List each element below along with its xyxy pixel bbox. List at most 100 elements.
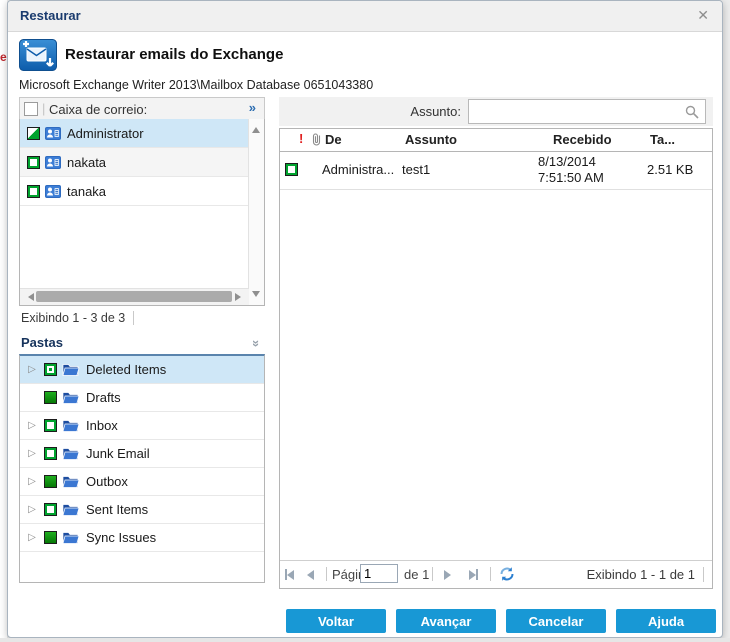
- folder-check-icon[interactable]: [44, 391, 57, 404]
- folder-row[interactable]: ▷ Deleted Items: [20, 356, 264, 384]
- column-size[interactable]: Ta...: [650, 132, 675, 147]
- folder-row[interactable]: ▷ Inbox: [20, 412, 264, 440]
- mailbox-icon: [45, 185, 61, 198]
- folder-check-icon[interactable]: [44, 447, 57, 460]
- folder-name: Inbox: [86, 418, 118, 433]
- background-page-strip: e: [0, 0, 7, 642]
- scroll-left-icon[interactable]: [24, 293, 34, 301]
- folder-icon: [62, 419, 80, 432]
- page-below-strip: [0, 638, 730, 642]
- mailbox-row[interactable]: tanaka: [20, 177, 249, 206]
- folder-check-icon[interactable]: [44, 531, 57, 544]
- mailbox-panel-header: | Caixa de correio: »: [19, 97, 265, 120]
- divider: [432, 567, 433, 581]
- cancel-button[interactable]: Cancelar: [506, 609, 606, 633]
- mailbox-check-icon[interactable]: [27, 185, 40, 198]
- restore-dialog: Restaurar ✕ Restaurar emails do Exchange…: [7, 0, 723, 638]
- folder-row[interactable]: ▷ Junk Email: [20, 440, 264, 468]
- email-table: ! De Assunto Recebido Ta... Administra..…: [279, 128, 713, 589]
- folder-name: Drafts: [86, 390, 121, 405]
- folder-icon: [62, 447, 80, 460]
- footer-buttons: Voltar Avançar Cancelar Ajuda: [8, 609, 724, 633]
- next-page-button[interactable]: [444, 561, 451, 588]
- horizontal-scrollbar[interactable]: [20, 288, 249, 305]
- folder-check-icon[interactable]: [44, 363, 57, 376]
- page-input[interactable]: [360, 564, 398, 583]
- folders-panel-label: Pastas: [21, 335, 63, 350]
- mailbox-check-icon[interactable]: [27, 156, 40, 169]
- back-button[interactable]: Voltar: [286, 609, 386, 633]
- scroll-right-icon[interactable]: [235, 293, 245, 301]
- attachment-column-icon[interactable]: [311, 132, 322, 150]
- mailbox-check-icon[interactable]: [27, 127, 40, 140]
- folder-icon: [62, 363, 80, 376]
- mailbox-row[interactable]: Administrator: [20, 119, 249, 148]
- page-count: de 1: [404, 567, 429, 582]
- mailbox-icon: [45, 127, 61, 140]
- folder-name: Sent Items: [86, 502, 148, 517]
- help-button[interactable]: Ajuda: [616, 609, 716, 633]
- divider: [490, 567, 491, 581]
- email-check-icon[interactable]: [285, 163, 298, 176]
- next-button[interactable]: Avançar: [396, 609, 496, 633]
- mailbox-name: tanaka: [67, 184, 106, 199]
- importance-column-icon[interactable]: !: [299, 131, 303, 146]
- mailbox-panel-label: Caixa de correio:: [49, 102, 147, 117]
- pagination-bar: Página de 1 Exibindo 1 - 1 de 1: [280, 560, 712, 588]
- first-page-button[interactable]: [285, 561, 294, 588]
- collapse-panel-icon[interactable]: »: [249, 340, 264, 345]
- folder-check-icon[interactable]: [44, 475, 57, 488]
- expand-arrow-icon[interactable]: ▷: [26, 420, 38, 431]
- folder-list: ▷Deleted Items▷Drafts▷Inbox▷Junk Email▷O…: [19, 354, 265, 583]
- refresh-icon[interactable]: [499, 566, 515, 585]
- folder-row[interactable]: ▷ Sent Items: [20, 496, 264, 524]
- scroll-up-icon[interactable]: [252, 123, 260, 133]
- table-status: Exibindo 1 - 1 de 1: [587, 567, 704, 582]
- prev-page-button[interactable]: [307, 561, 314, 588]
- expand-arrow-icon[interactable]: ▷: [26, 476, 38, 487]
- expand-arrow-icon[interactable]: ▷: [26, 448, 38, 459]
- folder-name: Sync Issues: [86, 530, 156, 545]
- vertical-scrollbar[interactable]: [248, 119, 264, 305]
- folder-check-icon[interactable]: [44, 419, 57, 432]
- column-subject[interactable]: Assunto: [405, 132, 457, 147]
- folder-icon: [62, 503, 80, 516]
- close-icon[interactable]: ✕: [697, 7, 709, 24]
- mailbox-row[interactable]: nakata: [20, 148, 249, 177]
- email-received: 8/13/20147:51:50 AM: [538, 154, 604, 186]
- folder-name: Junk Email: [86, 446, 150, 461]
- folder-row[interactable]: ▷Outbox: [20, 468, 264, 496]
- mailbox-status: Exibindo 1 - 3 de 3: [21, 311, 134, 325]
- folder-row[interactable]: ▷Drafts: [20, 384, 264, 412]
- background-text-fragment: e: [0, 50, 7, 64]
- column-from[interactable]: De: [325, 132, 342, 147]
- email-table-header: ! De Assunto Recebido Ta...: [280, 129, 712, 152]
- folder-name: Deleted Items: [86, 362, 166, 377]
- mailbox-name: Administrator: [67, 126, 144, 141]
- search-icon[interactable]: [685, 105, 699, 124]
- email-from: Administra...: [322, 162, 394, 177]
- divider: [326, 567, 327, 581]
- expand-arrow-icon[interactable]: ▷: [26, 364, 38, 375]
- expand-arrow-icon[interactable]: ▷: [26, 532, 38, 543]
- expand-arrow-icon[interactable]: ▷: [26, 504, 38, 515]
- last-page-button[interactable]: [469, 561, 478, 588]
- exchange-restore-icon: [19, 39, 57, 76]
- column-received[interactable]: Recebido: [553, 132, 612, 147]
- folder-check-icon[interactable]: [44, 503, 57, 516]
- scrollbar-thumb[interactable]: [36, 291, 232, 302]
- folder-icon: [62, 475, 80, 488]
- subject-search-input[interactable]: [468, 99, 706, 124]
- folders-panel-header: Pastas »: [19, 332, 265, 354]
- folder-row[interactable]: ▷ Sync Issues: [20, 524, 264, 552]
- email-row[interactable]: Administra...test18/13/20147:51:50 AM2.5…: [280, 151, 712, 190]
- expand-panel-icon[interactable]: »: [249, 100, 256, 115]
- dialog-title: Restaurar: [20, 8, 81, 23]
- select-all-mailboxes-checkbox[interactable]: [24, 102, 38, 116]
- email-subject: test1: [402, 162, 430, 177]
- scroll-down-icon[interactable]: [252, 291, 260, 301]
- subject-search-bar: Assunto:: [279, 97, 713, 126]
- page-title: Restaurar emails do Exchange: [65, 46, 283, 63]
- mailbox-name: nakata: [67, 155, 106, 170]
- search-label: Assunto:: [410, 104, 461, 119]
